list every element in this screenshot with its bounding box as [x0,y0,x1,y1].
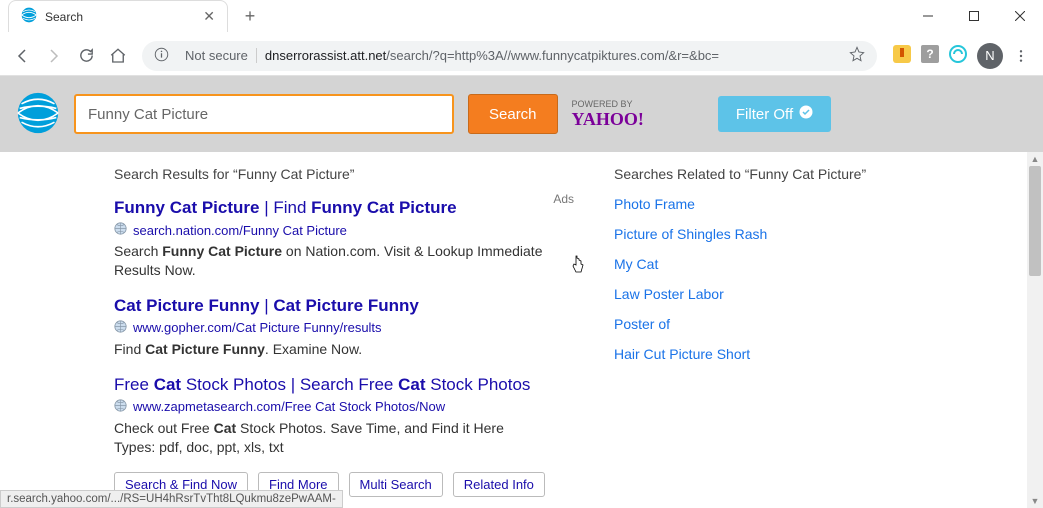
related-searches: Searches Related to “Funny Cat Picture” … [614,166,904,508]
scroll-thumb[interactable] [1029,166,1041,276]
scroll-up-icon[interactable]: ▲ [1027,152,1043,166]
result-title[interactable]: Free Cat Stock Photos | Search Free Cat … [114,375,574,395]
back-button[interactable] [8,42,36,70]
results-header: Search Results for “Funny Cat Picture” [114,166,574,182]
search-header: Funny Cat Picture Search POWERED BY YAHO… [0,76,1043,152]
result-types: Types: pdf, doc, ppt, xls, txt [114,438,574,457]
pill-button[interactable]: Multi Search [349,472,443,497]
search-result: Free Cat Stock Photos | Search Free Cat … [114,375,574,457]
globe-icon [114,222,127,238]
globe-icon [114,399,127,415]
svg-text:?: ? [926,47,933,61]
search-result: Funny Cat Picture | Find Funny Cat Pictu… [114,198,574,280]
results-column: Search Results for “Funny Cat Picture” A… [114,166,574,508]
check-circle-icon [799,105,813,123]
search-input[interactable]: Funny Cat Picture [74,94,454,134]
extension-icon-2[interactable]: ? [921,45,939,66]
result-url[interactable]: search.nation.com/Funny Cat Picture [133,223,347,238]
related-link[interactable]: Photo Frame [614,196,904,212]
address-bar[interactable]: Not secure dnserrorassist.att.net/search… [142,41,877,71]
globe-icon [114,320,127,336]
result-snippet: Find Cat Picture Funny. Examine Now. [114,340,574,359]
result-title[interactable]: Funny Cat Picture | Find Funny Cat Pictu… [114,198,574,218]
menu-button[interactable] [1007,42,1035,70]
search-button[interactable]: Search [468,94,558,134]
related-link[interactable]: Law Poster Labor [614,286,904,302]
status-bar: r.search.yahoo.com/.../RS=UH4hRsrTvTht8L… [0,490,343,508]
result-url[interactable]: www.zapmetasearch.com/Free Cat Stock Pho… [133,399,445,414]
home-button[interactable] [104,42,132,70]
related-link[interactable]: Poster of [614,316,904,332]
profile-avatar[interactable]: N [977,43,1003,69]
window-tabstrip: Search ✕ + [0,0,1043,36]
new-tab-button[interactable]: + [236,2,264,30]
window-controls [905,0,1043,32]
page-content: Funny Cat Picture Search POWERED BY YAHO… [0,76,1043,508]
yahoo-logo: YAHOO! [572,109,644,130]
reload-button[interactable] [72,42,100,70]
related-link[interactable]: Picture of Shingles Rash [614,226,904,242]
result-snippet: Check out Free Cat Stock Photos. Save Ti… [114,419,574,438]
result-snippet: Search Funny Cat Picture on Nation.com. … [114,242,574,280]
att-favicon-icon [21,7,37,26]
browser-toolbar: Not secure dnserrorassist.att.net/search… [0,36,1043,76]
related-header: Searches Related to “Funny Cat Picture” [614,166,904,182]
related-link[interactable]: My Cat [614,256,904,272]
page-scrollbar[interactable]: ▲ ▼ [1027,152,1043,508]
minimize-button[interactable] [905,0,951,32]
result-title[interactable]: Cat Picture Funny | Cat Picture Funny [114,296,574,316]
not-secure-label: Not secure [177,48,257,63]
powered-by-yahoo: POWERED BY YAHOO! [572,99,644,130]
extension-icon-3[interactable] [949,45,967,66]
forward-button[interactable] [40,42,68,70]
maximize-button[interactable] [951,0,997,32]
url-text: dnserrorassist.att.net/search/?q=http%3A… [265,48,841,63]
extension-icon-1[interactable] [893,45,911,66]
info-icon[interactable] [154,47,169,65]
close-window-button[interactable] [997,0,1043,32]
close-tab-icon[interactable]: ✕ [203,8,215,25]
search-result: Cat Picture Funny | Cat Picture Funny ww… [114,296,574,359]
related-link[interactable]: Hair Cut Picture Short [614,346,904,362]
ads-label: Ads [553,192,574,206]
filter-off-button[interactable]: Filter Off [718,96,831,132]
tab-title: Search [45,10,195,24]
pill-button[interactable]: Related Info [453,472,545,497]
star-icon[interactable] [849,46,865,65]
scroll-down-icon[interactable]: ▼ [1027,494,1043,508]
att-logo-icon[interactable] [16,91,60,138]
result-url[interactable]: www.gopher.com/Cat Picture Funny/results [133,320,382,335]
browser-tab[interactable]: Search ✕ [8,0,228,32]
